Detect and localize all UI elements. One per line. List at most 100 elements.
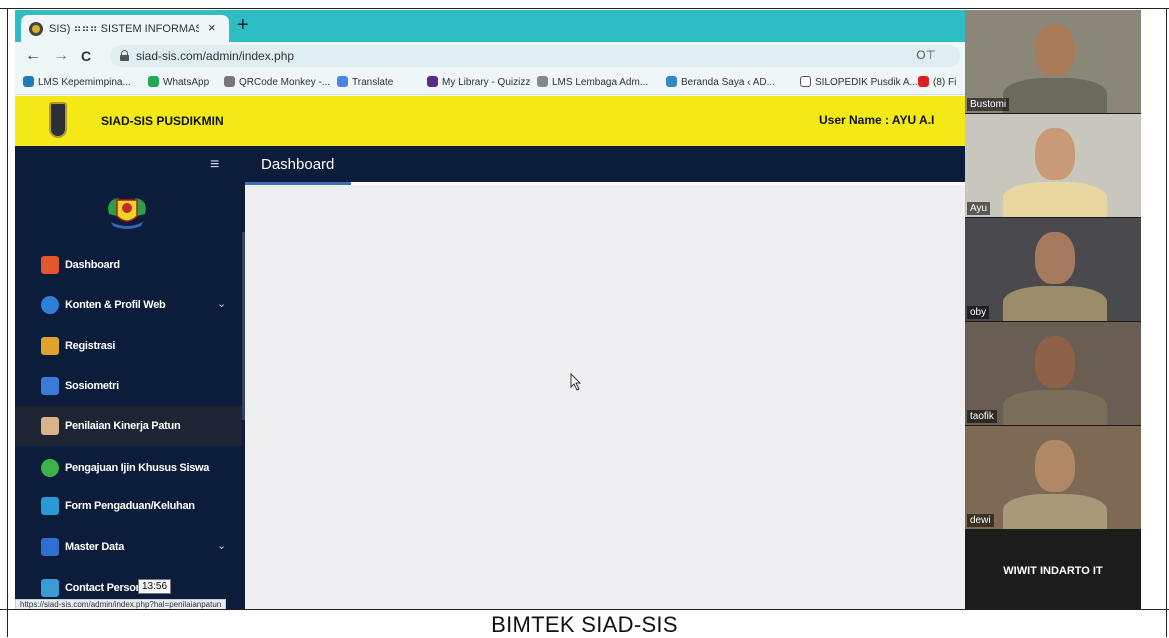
- caption-divider: [0, 609, 1169, 610]
- sidebar-item-pengajuan-ijin-khusus-siswa[interactable]: Pengajuan Ijin Khusus Siswa: [15, 448, 243, 488]
- clipboard-icon: [41, 417, 59, 435]
- sidebar-item-label: Form Pengaduan/Keluhan: [65, 500, 195, 512]
- form-icon: [41, 497, 59, 515]
- sidebar-item-sosiometri[interactable]: Sosiometri: [15, 366, 243, 406]
- app-header: SIAD-SIS PUSDIKMIN User Name : AYU A.I: [15, 96, 965, 146]
- sidebar-item-penilaian-kinerja-patun[interactable]: Penilaian Kinerja Patun: [15, 406, 243, 446]
- presenter-name: WIWIT INDARTO IT: [1003, 565, 1103, 577]
- bookmark-item[interactable]: LMS Lembaga Adm...: [537, 76, 648, 88]
- www-globe-icon: [41, 296, 59, 314]
- page-title: Dashboard: [261, 156, 335, 173]
- emblem-logo-icon: [108, 198, 146, 229]
- frame-border: [7, 8, 8, 637]
- participant-video-tile[interactable]: Ayu: [965, 114, 1141, 217]
- participant-video-tile[interactable]: Bustomi: [965, 10, 1141, 113]
- participant-face: [1035, 232, 1075, 284]
- url-text: siad-sis.com/admin/index.php: [136, 49, 295, 63]
- mouse-pointer-icon: [570, 373, 582, 391]
- bookmark-item[interactable]: LMS Kepemimpina...: [23, 76, 131, 88]
- participant-name: oby: [967, 306, 990, 319]
- sidebar-item-label: Master Data: [65, 541, 125, 553]
- group-icon: [41, 377, 59, 395]
- chevron-down-icon[interactable]: ⌄: [217, 539, 226, 552]
- presenter-tile[interactable]: WIWIT INDARTO IT: [965, 530, 1141, 610]
- bookmark-item[interactable]: WhatsApp: [148, 76, 209, 88]
- reload-button[interactable]: C: [81, 46, 91, 66]
- browser-tab[interactable]: SIS) ⠶⠶⠶ SISTEM INFORMASI AD ×: [21, 15, 229, 42]
- database-icon: [41, 538, 59, 556]
- participant-name: dewi: [967, 514, 994, 527]
- site-favicon-icon: [29, 22, 43, 36]
- bookmarks-bar: LMS Kepemimpina... WhatsApp QRCode Monkey …: [15, 70, 965, 95]
- participant-body: [1003, 182, 1107, 217]
- key-icon[interactable]: O⊤: [916, 48, 936, 62]
- back-button[interactable]: ←: [25, 46, 41, 66]
- sidebar-item-dashboard[interactable]: Dashboard: [15, 245, 243, 285]
- participant-video-tile[interactable]: taofik: [965, 322, 1141, 425]
- forward-button[interactable]: →: [53, 46, 69, 66]
- browser-window: SIS) ⠶⠶⠶ SISTEM INFORMASI AD × + ← → C s…: [15, 10, 965, 610]
- sidebar-item-label: Pengajuan Ijin Khusus Siswa: [65, 462, 210, 474]
- recording-timer: 13:56: [138, 579, 172, 594]
- bookmark-label: LMS Lembaga Adm...: [552, 77, 649, 88]
- sidebar-item-konten-profil-web[interactable]: Konten & Profil Web ⌄: [15, 285, 243, 325]
- sidebar-item-registrasi[interactable]: Registrasi: [15, 326, 243, 366]
- bookmark-favicon-icon: [224, 76, 235, 87]
- bookmark-favicon-icon: [666, 76, 677, 87]
- frame-border: [0, 8, 1169, 9]
- participant-name: Ayu: [967, 202, 991, 215]
- video-participants-panel: Bustomi Ayu oby taofik dewi WIWIT INDARTO IT: [965, 10, 1141, 610]
- bookmark-item[interactable]: Beranda Saya ‹ AD...: [666, 76, 775, 88]
- bookmark-favicon-icon: [427, 76, 438, 87]
- screenshot-frame: SIS) ⠶⠶⠶ SISTEM INFORMASI AD × + ← → C s…: [0, 0, 1169, 637]
- user-icon: [41, 337, 59, 355]
- check-icon: [41, 459, 59, 477]
- sidebar: ≡ Dashboard Konten & Profil Web ⌄ Registras…: [15, 146, 243, 610]
- bookmark-item[interactable]: Translate: [337, 76, 393, 88]
- address-bar-row: ← → C siad-sis.com/admin/index.php O⊤: [15, 42, 965, 70]
- bookmark-favicon-icon: [918, 76, 929, 87]
- user-name-label[interactable]: User Name : AYU A.I: [819, 113, 934, 127]
- frame-border: [1166, 8, 1167, 637]
- lock-icon: [120, 50, 129, 61]
- sidebar-item-label: Registrasi: [65, 340, 116, 352]
- menu-toggle-icon[interactable]: ≡: [210, 156, 219, 174]
- bookmark-item[interactable]: SILOPEDIK Pusdik A...: [800, 76, 918, 88]
- content-area: [245, 185, 965, 610]
- bookmark-label: Beranda Saya ‹ AD...: [681, 77, 775, 88]
- sidebar-item-label: Contact Person: [65, 582, 143, 594]
- bookmark-label: SILOPEDIK Pusdik A...: [815, 77, 918, 88]
- participant-body: [1003, 494, 1107, 529]
- bookmark-favicon-icon: [800, 76, 811, 87]
- participant-name: Bustomi: [967, 98, 1010, 111]
- bookmark-favicon-icon: [148, 76, 159, 87]
- bookmark-favicon-icon: [23, 76, 34, 87]
- bookmark-item[interactable]: My Library - Quizizz: [427, 76, 530, 88]
- participant-body: [1003, 78, 1107, 113]
- app-title[interactable]: SIAD-SIS PUSDIKMIN: [101, 114, 224, 128]
- bookmark-label: QRCode Monkey -...: [239, 77, 331, 88]
- bookmark-item[interactable]: (8) Fi: [918, 76, 956, 88]
- home-icon: [41, 256, 59, 274]
- url-field[interactable]: siad-sis.com/admin/index.php O⊤: [110, 45, 960, 67]
- participant-face: [1035, 440, 1075, 492]
- sidebar-item-master-data[interactable]: Master Data ⌄: [15, 527, 243, 567]
- bookmark-favicon-icon: [337, 76, 348, 87]
- new-tab-button[interactable]: +: [237, 14, 249, 36]
- chevron-down-icon[interactable]: ⌄: [217, 297, 226, 310]
- bookmark-favicon-icon: [537, 76, 548, 87]
- bookmark-label: WhatsApp: [163, 77, 210, 88]
- participant-body: [1003, 286, 1107, 321]
- participant-body: [1003, 390, 1107, 425]
- caption-text: BIMTEK SIAD-SIS: [491, 612, 678, 637]
- phone-icon: [41, 579, 59, 597]
- sidebar-item-form-pengaduan-keluhan[interactable]: Form Pengaduan/Keluhan: [15, 486, 243, 526]
- participant-video-tile[interactable]: oby: [965, 218, 1141, 321]
- bookmark-item[interactable]: QRCode Monkey -...: [224, 76, 330, 88]
- sidebar-item-label: Penilaian Kinerja Patun: [65, 420, 181, 432]
- sidebar-item-label: Konten & Profil Web: [65, 299, 166, 311]
- close-tab-icon[interactable]: ×: [208, 20, 216, 35]
- bookmark-label: My Library - Quizizz: [442, 77, 531, 88]
- participant-video-tile[interactable]: dewi: [965, 426, 1141, 529]
- participant-face: [1035, 336, 1075, 388]
